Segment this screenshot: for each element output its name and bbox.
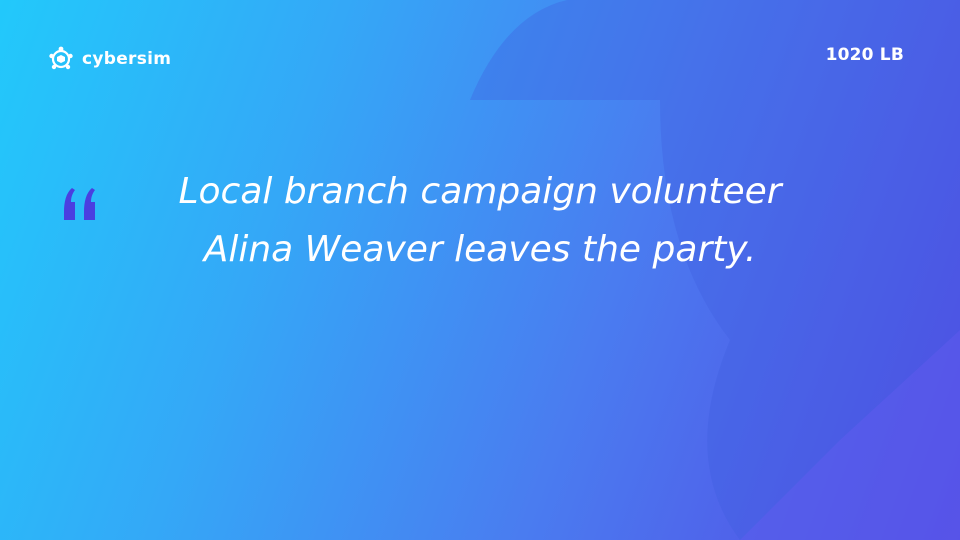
brand-name: cybersim bbox=[82, 49, 172, 69]
weight-counter: 1020 LB bbox=[825, 45, 904, 65]
slide: cybersim 1020 LB Local branch campaign v… bbox=[0, 0, 960, 540]
brand-logo: cybersim bbox=[46, 44, 171, 74]
quote-mark-icon bbox=[64, 188, 95, 220]
quote-text: Local branch campaign volunteer Alina We… bbox=[178, 171, 782, 270]
turtle-shield-icon bbox=[49, 46, 73, 70]
